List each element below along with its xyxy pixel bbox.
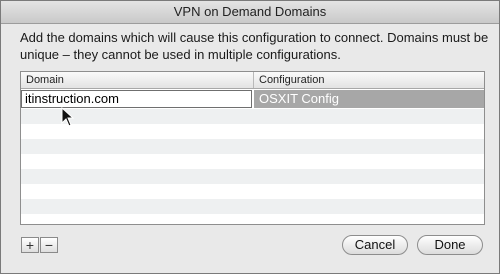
column-header-domain[interactable]: Domain (21, 72, 254, 88)
vpn-domains-dialog: VPN on Demand Domains Add the domains wh… (0, 0, 500, 274)
remove-domain-button[interactable]: − (40, 237, 58, 253)
table-header: Domain Configuration (21, 72, 484, 89)
instructions-text: Add the domains which will cause this co… (20, 30, 489, 62)
domain-cell-editor[interactable]: itinstruction.com (21, 90, 252, 108)
add-domain-button[interactable]: + (21, 237, 39, 253)
table-row-stripe (21, 199, 484, 214)
cancel-button[interactable]: Cancel (342, 235, 408, 255)
table-row-stripe (21, 169, 484, 184)
column-header-configuration[interactable]: Configuration (254, 72, 484, 88)
configuration-cell[interactable]: OSXIT Config (254, 90, 484, 108)
domains-table[interactable]: Domain Configuration itinstruction.com O… (20, 71, 485, 225)
table-row-stripe (21, 139, 484, 154)
mouse-pointer-icon (61, 107, 75, 127)
table-row-stripe (21, 109, 484, 124)
done-button[interactable]: Done (417, 235, 483, 255)
window-title: VPN on Demand Domains (1, 1, 499, 24)
table-row[interactable]: itinstruction.com OSXIT Config (21, 90, 484, 108)
